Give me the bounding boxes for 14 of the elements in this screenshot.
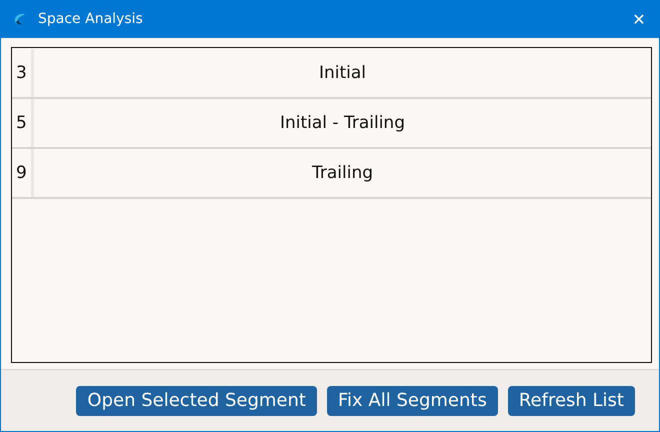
segment-label: Initial - Trailing <box>278 113 406 133</box>
list-row[interactable]: 5 Initial - Trailing <box>12 99 651 149</box>
row-number: 9 <box>12 149 34 197</box>
row-number: 5 <box>12 99 34 147</box>
action-button[interactable]: Fix All Segments <box>326 386 498 416</box>
segment-label: Trailing <box>310 163 374 183</box>
row-number: 3 <box>12 49 34 97</box>
list-row[interactable]: 9 Trailing <box>12 149 651 199</box>
close-button[interactable]: ✕ <box>619 0 659 38</box>
window-title: Space Analysis <box>38 11 144 27</box>
action-button[interactable]: Open Selected Segment <box>76 386 317 416</box>
list-row[interactable]: 3 Initial <box>12 49 651 99</box>
action-button[interactable]: Refresh List <box>508 386 635 416</box>
segment-label: Initial <box>318 63 368 83</box>
